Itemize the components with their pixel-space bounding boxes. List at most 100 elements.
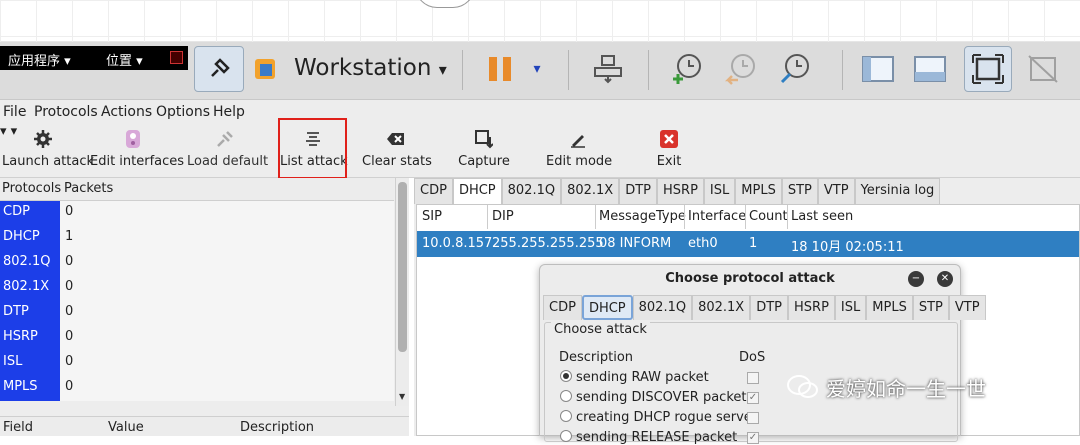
dialog-tabs: CDP DHCP 802.1Q 802.1X DTP HSRP ISL MPLS… [543, 295, 986, 320]
tab-mpls[interactable]: MPLS [735, 178, 782, 204]
dialog-tab-vtp[interactable]: VTP [948, 295, 986, 320]
places-menu[interactable]: 位置 ▾ [106, 50, 143, 69]
scroll-down-icon[interactable]: ▼ [399, 392, 405, 401]
protocol-row[interactable]: 802.1X 0 [0, 276, 394, 301]
tab-isl[interactable]: ISL [703, 178, 736, 204]
desktop-background [0, 0, 1080, 42]
col-field[interactable]: Field [3, 420, 33, 435]
close-icon[interactable]: ✕ [937, 271, 953, 287]
protocol-row[interactable]: HSRP 0 [0, 326, 394, 351]
dos-checkbox: ✓ [747, 432, 759, 444]
tab-8021x[interactable]: 802.1X [561, 178, 620, 204]
col-dos-label: DoS [739, 350, 766, 365]
dos-checkbox: ✓ [747, 392, 759, 404]
tab-dhcp[interactable]: DHCP [452, 178, 502, 204]
protocol-tabs: CDP DHCP 802.1Q 802.1X DTP HSRP ISL MPLS… [414, 178, 941, 204]
launch-attack-button[interactable]: Launch attack [2, 124, 95, 178]
menu-help[interactable]: Help [213, 104, 245, 120]
col-value[interactable]: Value [108, 420, 144, 435]
snapshot-button[interactable] [664, 46, 710, 92]
console-view-button[interactable] [908, 46, 952, 92]
menu-options[interactable]: Options [156, 104, 210, 120]
col-interface[interactable]: Interface [688, 209, 746, 224]
workstation-title[interactable]: Workstation ▾ [294, 55, 447, 81]
radio-button[interactable] [560, 390, 572, 402]
dialog-tab-cdp[interactable]: CDP [543, 295, 582, 320]
tab-hsrp[interactable]: HSRP [657, 178, 704, 204]
edit-mode-label: Edit mode [546, 154, 613, 169]
tab-cdp[interactable]: CDP [414, 178, 453, 204]
col-last-seen[interactable]: Last seen [791, 209, 853, 224]
radio-button[interactable] [560, 370, 572, 382]
dialog-tab-8021x[interactable]: 802.1X [692, 295, 751, 320]
snapshot-manager-button[interactable] [772, 46, 818, 92]
list-attack-highlight [278, 118, 347, 179]
gear-icon [34, 130, 52, 148]
clock-wrench-icon [780, 54, 809, 84]
col-description[interactable]: Description [240, 420, 314, 435]
tab-vtp[interactable]: VTP [817, 178, 855, 204]
clear-stats-button[interactable]: Clear stats [362, 124, 432, 178]
unity-button[interactable] [1020, 46, 1066, 92]
vmware-logo-icon [248, 46, 282, 92]
capture-icon [475, 130, 493, 149]
protocol-row[interactable]: 802.1Q 0 [0, 251, 394, 276]
col-sip[interactable]: SIP [422, 209, 442, 224]
tab-yersinia-log[interactable]: Yersinia log [854, 178, 941, 204]
dialog-tab-dhcp[interactable]: DHCP [581, 295, 633, 320]
load-default-label: Load default [187, 154, 269, 169]
protocol-row[interactable]: ISL 0 [0, 351, 394, 376]
menu-protocols[interactable]: Protocols [34, 104, 98, 120]
dialog-tab-mpls[interactable]: MPLS [866, 295, 913, 320]
edit-mode-button[interactable]: Edit mode [546, 124, 613, 178]
protocols-pane: Protocols Packets CDP 0 DHCP 1 802.1Q 0 802… [0, 178, 409, 436]
pause-dropdown[interactable]: ▾ [524, 46, 550, 92]
pin-button[interactable] [194, 46, 244, 92]
revert-snapshot-button[interactable] [718, 46, 764, 92]
capture-button[interactable]: Capture [456, 124, 512, 178]
attack-option[interactable]: sending RAW packet [560, 370, 709, 385]
dialog-tab-dtp[interactable]: DTP [750, 295, 789, 320]
col-protocols[interactable]: Protocols [2, 181, 61, 196]
col-count[interactable]: Count [749, 209, 788, 224]
dos-checkbox [747, 372, 759, 384]
attack-option[interactable]: sending DISCOVER packet [560, 390, 746, 405]
dialog-tab-isl[interactable]: ISL [834, 295, 867, 320]
attack-option[interactable]: creating DHCP rogue server [560, 410, 757, 425]
protocol-row[interactable]: MPLS 0 [0, 376, 394, 401]
pause-button[interactable] [480, 46, 520, 92]
table-row[interactable]: 10.0.8.157 255.255.255.255 08 INFORM eth… [417, 231, 1079, 257]
clear-stats-label: Clear stats [362, 154, 432, 169]
watermark: 爱婷如命一生一世 [786, 372, 986, 402]
fullscreen-button[interactable] [964, 46, 1012, 92]
dialog-tab-stp[interactable]: STP [912, 295, 949, 320]
exit-button[interactable]: Exit [652, 124, 686, 178]
radio-button[interactable] [560, 430, 572, 442]
protocols-scrollbar[interactable]: ▼ [395, 178, 409, 406]
radio-button[interactable] [560, 410, 572, 422]
panel-indicator-icon[interactable] [170, 51, 183, 64]
menu-actions[interactable]: Actions [101, 104, 152, 120]
send-keys-button[interactable] [586, 46, 630, 92]
protocol-row[interactable]: CDP 0 [0, 201, 394, 226]
edit-interfaces-button[interactable]: Edit interfaces [90, 124, 185, 178]
tab-8021q[interactable]: 802.1Q [501, 178, 562, 204]
col-packets[interactable]: Packets [64, 181, 113, 196]
dialog-tab-hsrp[interactable]: HSRP [788, 295, 835, 320]
load-default-button[interactable]: Load default [187, 124, 269, 178]
menu-file[interactable]: File [3, 104, 26, 120]
tab-stp[interactable]: STP [781, 178, 818, 204]
edit-interfaces-label: Edit interfaces [90, 154, 185, 169]
dialog-tab-8021q[interactable]: 802.1Q [632, 295, 693, 320]
protocol-row[interactable]: DTP 0 [0, 301, 394, 326]
col-messagetype[interactable]: MessageType [599, 209, 686, 224]
sidebar-toggle-button[interactable] [856, 46, 900, 92]
attack-option[interactable]: sending RELEASE packet [560, 430, 737, 445]
launch-attack-label: Launch attack [2, 154, 95, 169]
dialog-title: Choose protocol attack [665, 271, 835, 286]
col-dip[interactable]: DIP [492, 209, 514, 224]
minimize-icon[interactable]: − [908, 271, 924, 287]
applications-menu[interactable]: 应用程序 ▾ [8, 50, 71, 69]
protocol-row[interactable]: DHCP 1 [0, 226, 394, 251]
tab-dtp[interactable]: DTP [619, 178, 658, 204]
